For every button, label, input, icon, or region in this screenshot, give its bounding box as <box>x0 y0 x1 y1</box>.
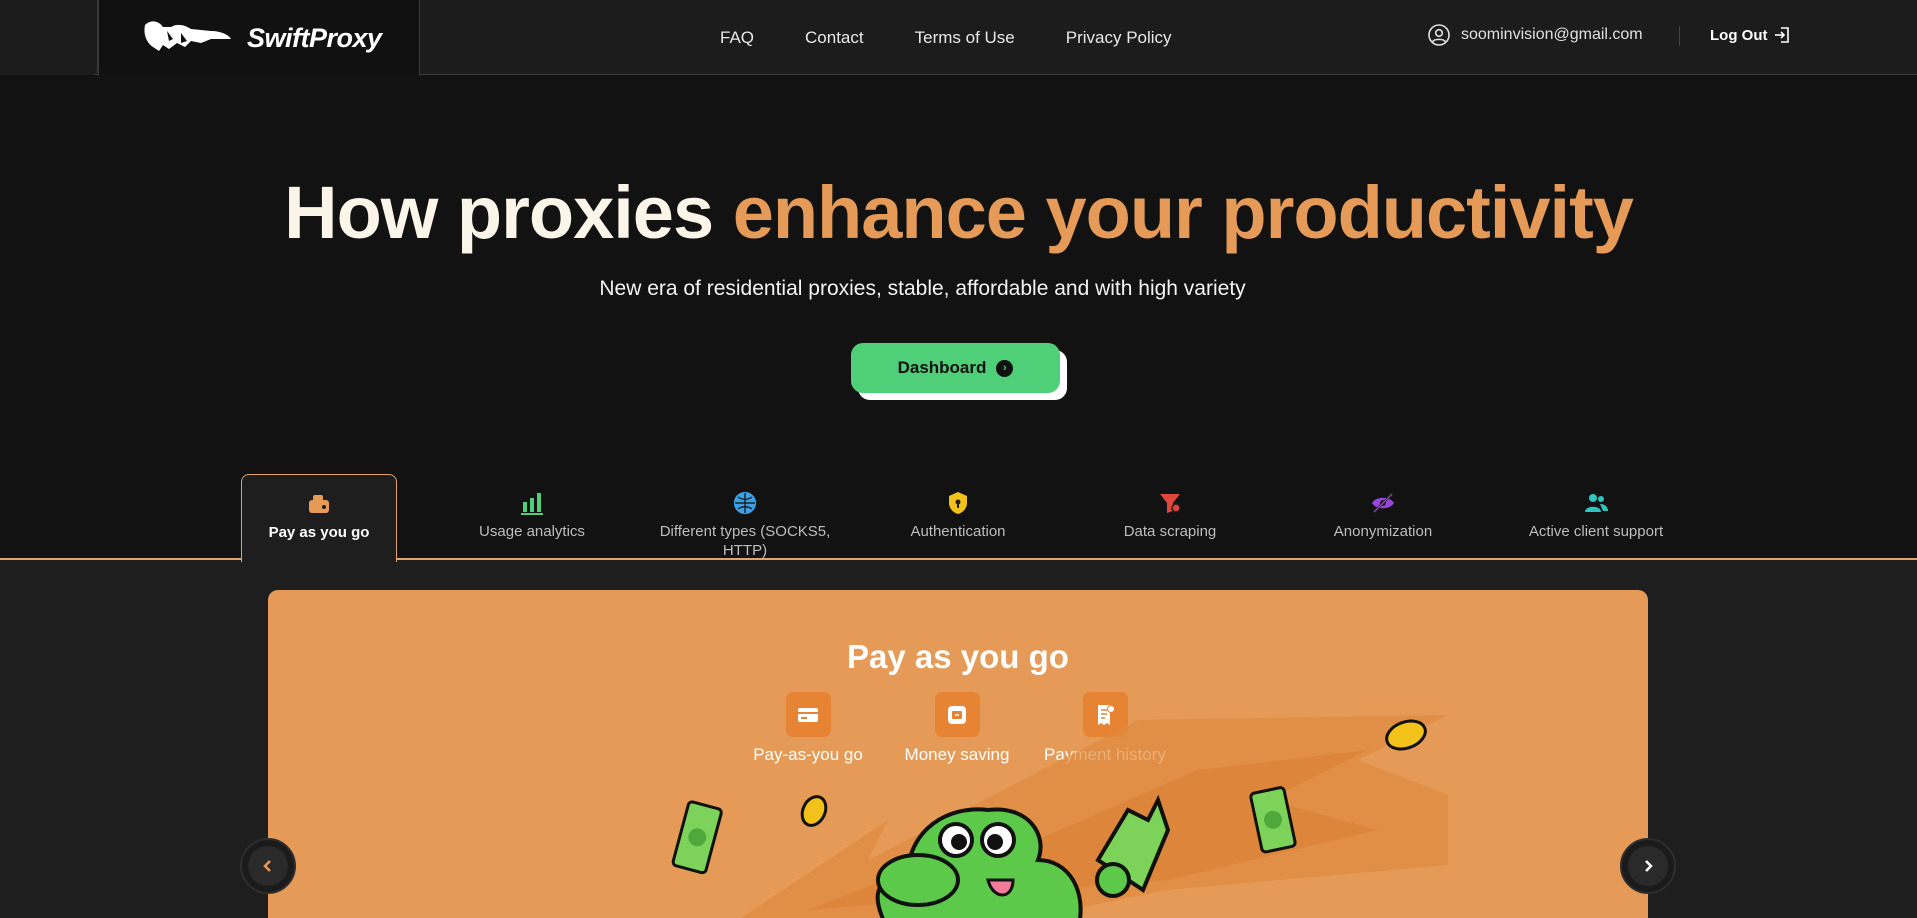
funnel-icon <box>1157 490 1183 516</box>
carousel-prev-button[interactable] <box>240 838 296 894</box>
top-navbar: SwiftProxy FAQ Contact Terms of Use Priv… <box>0 0 1917 76</box>
tab-label: Active client support <box>1528 523 1664 540</box>
tab-label: Usage analytics <box>479 523 585 540</box>
logout-button[interactable]: Log Out <box>1710 0 1793 70</box>
tab-anonymization[interactable]: Anonymization <box>1305 474 1461 560</box>
chevron-right-icon <box>1628 846 1668 886</box>
nav-link-faq[interactable]: FAQ <box>720 28 754 48</box>
dashboard-button[interactable]: Dashboard › <box>851 343 1060 393</box>
wallet-icon <box>306 491 332 517</box>
tab-active-client-support[interactable]: Active client support <box>1518 474 1674 560</box>
tab-label: Different types (SOCKS5, HTTP) <box>659 523 831 559</box>
dashboard-label: Dashboard <box>897 358 987 377</box>
brand-logo[interactable]: SwiftProxy <box>98 0 420 76</box>
tab-label: Anonymization <box>1333 523 1433 540</box>
user-account[interactable]: soominvision@gmail.com <box>1427 0 1643 70</box>
nav-divider <box>1679 26 1680 46</box>
users-icon <box>1583 490 1609 516</box>
feature-card: Pay as you go Pay-as-you go Money saving… <box>268 590 1648 918</box>
globe-icon <box>732 490 758 516</box>
nav-link-terms[interactable]: Terms of Use <box>915 28 1015 48</box>
bar-chart-icon <box>519 490 545 516</box>
tab-label: Authentication <box>910 523 1006 540</box>
tab-different-types[interactable]: Different types (SOCKS5, HTTP) <box>654 474 836 560</box>
hero-title-accent: enhance your productivity <box>732 171 1634 254</box>
hero-title-plain: How proxies <box>284 171 733 254</box>
nav-link-contact[interactable]: Contact <box>805 28 864 48</box>
tab-label: Data scraping <box>1123 523 1217 540</box>
chevron-right-circle-icon: › <box>996 359 1014 377</box>
shield-lock-icon <box>945 490 971 516</box>
nav-links: FAQ Contact Terms of Use Privacy Policy <box>720 0 1172 75</box>
crocodile-logo-icon <box>144 21 231 51</box>
user-email: soominvision@gmail.com <box>1461 26 1643 43</box>
crocodile-money-illustration <box>671 715 1448 918</box>
logout-icon <box>1775 27 1790 43</box>
tab-usage-analytics[interactable]: Usage analytics <box>454 474 610 560</box>
logout-label: Log Out <box>1710 26 1768 44</box>
nav-link-privacy[interactable]: Privacy Policy <box>1066 28 1172 48</box>
user-circle-icon <box>1428 24 1450 46</box>
dashboard-button-wrap: Dashboard › <box>851 343 1067 400</box>
eye-off-icon <box>1370 490 1396 516</box>
hero-subtitle: New era of residential proxies, stable, … <box>599 277 1246 300</box>
navbar-left-panel <box>0 0 98 75</box>
tab-data-scraping[interactable]: Data scraping <box>1092 474 1248 560</box>
carousel-next-button[interactable] <box>1620 838 1676 894</box>
tab-authentication[interactable]: Authentication <box>880 474 1036 560</box>
brand-name: SwiftProxy <box>247 22 382 53</box>
tab-label: Pay as you go <box>268 524 370 541</box>
tab-pay-as-you-go[interactable]: Pay as you go <box>241 474 397 562</box>
hero-title: How proxies enhance your productivity <box>0 170 1917 255</box>
chevron-left-icon <box>248 846 288 886</box>
